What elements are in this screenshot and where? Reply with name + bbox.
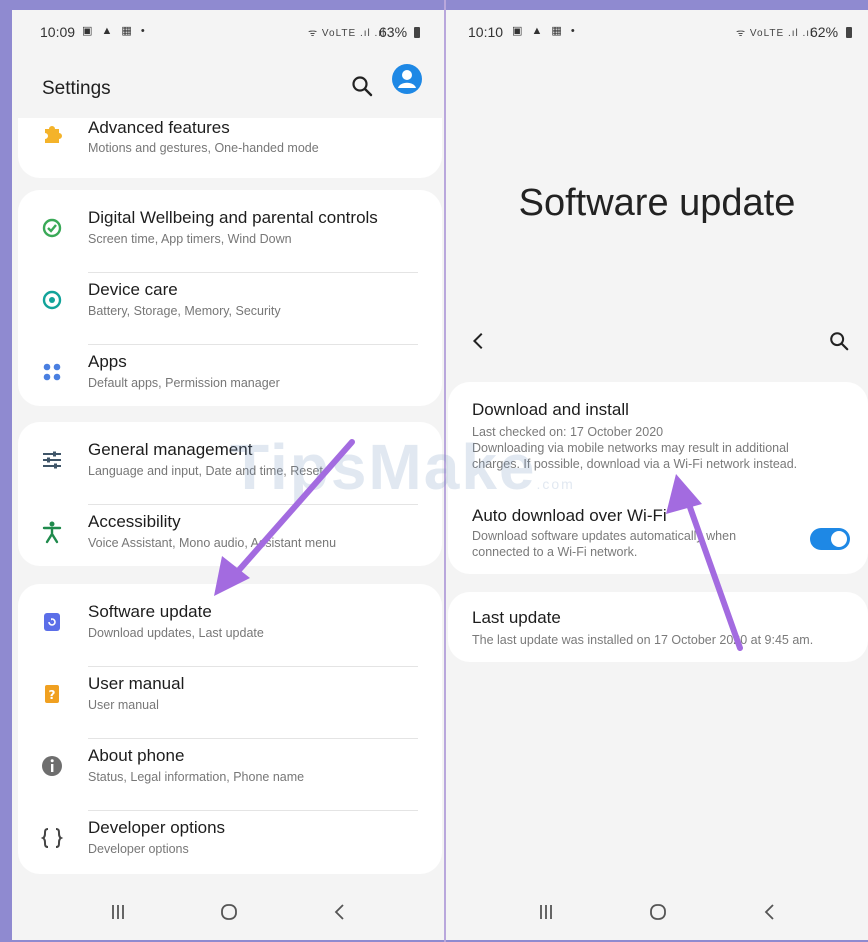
last-update[interactable]: Last update The last update was installe… [448, 592, 868, 662]
signal-icons: ᯤ VoLTE .ıl .ıl [308, 28, 386, 39]
item-subtitle: User manual [88, 698, 159, 712]
item-subtitle: Download updates, Last update [88, 626, 264, 640]
card-update-options: Download and install Last checked on: 17… [448, 382, 868, 574]
divider [88, 666, 418, 667]
toggle-knob [831, 531, 847, 547]
settings-item-apps[interactable]: Apps Default apps, Permission manager [18, 352, 442, 402]
item-subtitle: Motions and gestures, One-handed mode [88, 141, 319, 155]
wellbeing-icon [42, 218, 62, 238]
braces-icon [40, 828, 64, 848]
search-icon[interactable] [350, 74, 374, 98]
signal-icons: ᯤ VoLTE .ıl .ıl [736, 28, 814, 39]
divider [88, 272, 418, 273]
apps-icon [43, 363, 61, 381]
account-avatar[interactable] [392, 64, 422, 94]
puzzle-icon [45, 126, 62, 143]
item-title: Developer options [88, 818, 226, 837]
item-subtitle: Default apps, Permission manager [88, 376, 280, 390]
svg-text:?: ? [49, 688, 56, 702]
settings-item-accessibility[interactable]: Accessibility Voice Assistant, Mono audi… [18, 512, 442, 562]
download-and-install[interactable]: Download and install Last checked on: 17… [448, 382, 868, 482]
person-icon [398, 70, 416, 88]
status-time: 10:10 [468, 24, 504, 40]
navigation-bar [12, 900, 444, 930]
item-subtitle: Screen time, App timers, Wind Down [88, 232, 292, 246]
card-advanced: Advanced features Motions and gestures, … [18, 118, 442, 178]
card-wellbeing: Digital Wellbeing and parental controls … [18, 190, 442, 406]
recent-apps-icon[interactable] [534, 900, 558, 924]
item-subtitle: Developer options [88, 842, 189, 856]
item-subtitle: Language and input, Date and time, Reset [88, 464, 323, 478]
back-arrow-icon[interactable] [468, 330, 490, 352]
settings-item-general-management[interactable]: General management Language and input, D… [18, 440, 442, 498]
last-update-sub: The last update was installed on 17 Octo… [472, 633, 814, 647]
status-bar: 10:10 ▣ ▲ ▦ • ᯤ VoLTE .ıl .ıl 62% [446, 24, 868, 42]
item-title: Device care [88, 280, 178, 299]
status-bar: 10:09 ▣ ▲ ▦ • ᯤ VoLTE .ıl .ıl 63% [12, 24, 444, 42]
item-subtitle: Battery, Storage, Memory, Security [88, 304, 281, 318]
device-care-icon [42, 290, 62, 310]
settings-item-about-phone[interactable]: About phone Status, Legal information, P… [18, 746, 442, 804]
software-update-screen: 10:10 ▣ ▲ ▦ • ᯤ VoLTE .ıl .ıl 62% Softwa… [446, 10, 868, 940]
navigation-bar [446, 900, 868, 930]
page-title: Software update [518, 182, 796, 224]
item-title: User manual [88, 674, 185, 693]
divider [88, 504, 418, 505]
battery-level: 62% [810, 24, 839, 40]
auto-download-toggle[interactable] [810, 528, 850, 550]
sliders-icon [43, 451, 61, 469]
auto-download-wifi[interactable]: Auto download over Wi-Fi Download softwa… [448, 498, 868, 568]
item-title: About phone [88, 746, 185, 765]
divider [88, 810, 418, 811]
card-last-update: Last update The last update was installe… [448, 592, 868, 662]
download-note-line2: charges. If possible, download via a Wi-… [472, 457, 798, 471]
recent-apps-icon[interactable] [106, 900, 130, 924]
card-software: Software update Download updates, Last u… [18, 584, 442, 874]
manual-icon: ? [45, 685, 59, 703]
item-subtitle: Status, Legal information, Phone name [88, 770, 305, 784]
download-note-line1: Downloading via mobile networks may resu… [472, 441, 789, 455]
info-icon [42, 756, 62, 776]
item-title: Accessibility [88, 512, 181, 531]
download-title: Download and install [472, 400, 629, 419]
item-title: Software update [88, 602, 212, 621]
auto-download-sub-line2: connected to a Wi-Fi network. [472, 545, 638, 559]
page-title: Settings [42, 78, 111, 99]
item-subtitle: Voice Assistant, Mono audio, Assistant m… [88, 536, 337, 550]
back-icon[interactable] [758, 900, 782, 924]
settings-item-user-manual[interactable]: ? User manual User manual [18, 674, 442, 732]
last-update-title: Last update [472, 608, 561, 627]
item-title: Advanced features [88, 118, 230, 137]
settings-item-device-care[interactable]: Device care Battery, Storage, Memory, Se… [18, 280, 442, 338]
item-title: General management [88, 440, 253, 459]
battery-level: 63% [379, 24, 408, 40]
settings-screen: 10:09 ▣ ▲ ▦ • ᯤ VoLTE .ıl .ıl 63% Settin… [12, 10, 444, 940]
settings-item-software-update[interactable]: Software update Download updates, Last u… [18, 602, 442, 660]
settings-header: Settings [12, 64, 444, 104]
back-icon[interactable] [328, 900, 352, 924]
settings-item-developer-options[interactable]: Developer options Developer options [18, 818, 442, 868]
home-icon[interactable] [217, 900, 241, 924]
battery-icon [414, 27, 420, 38]
accessibility-icon [42, 521, 62, 544]
card-general: General management Language and input, D… [18, 422, 442, 566]
battery-icon [846, 27, 852, 38]
item-title: Digital Wellbeing and parental controls [88, 208, 378, 227]
auto-download-sub-line1: Download software updates automatically … [472, 529, 737, 543]
last-checked: Last checked on: 17 October 2020 [472, 425, 664, 439]
software-update-icon [44, 613, 60, 631]
divider [88, 344, 418, 345]
auto-download-title: Auto download over Wi-Fi [472, 506, 667, 525]
status-time: 10:09 [40, 24, 76, 40]
notification-icons: ▣ ▲ ▦ • [82, 25, 148, 37]
settings-item-digital-wellbeing[interactable]: Digital Wellbeing and parental controls … [18, 208, 442, 266]
home-icon[interactable] [646, 900, 670, 924]
notification-icons: ▣ ▲ ▦ • [512, 25, 578, 37]
item-title: Apps [88, 352, 127, 371]
search-icon[interactable] [828, 330, 850, 352]
divider [88, 738, 418, 739]
settings-item-advanced-features[interactable]: Advanced features Motions and gestures, … [18, 118, 442, 178]
